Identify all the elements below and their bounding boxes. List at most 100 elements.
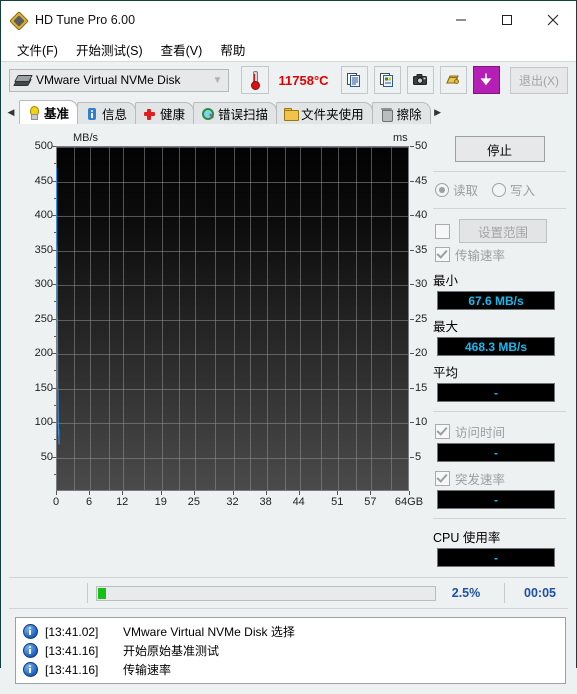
- range-row: 设置范围: [431, 219, 568, 243]
- y-tick-mark: [52, 457, 56, 458]
- burst-rate-checkbox[interactable]: [435, 471, 450, 486]
- thermometer-icon: [250, 71, 259, 90]
- write-radio[interactable]: [492, 183, 506, 197]
- burst-rate-label: 突发速率: [455, 469, 505, 488]
- copy-text-icon[interactable]: [341, 66, 368, 94]
- tab-scroll-right-icon[interactable]: ▶: [430, 100, 446, 124]
- range-checkbox[interactable]: [435, 224, 450, 239]
- y2-tick-mark: [410, 215, 414, 216]
- stop-button[interactable]: 停止: [455, 136, 545, 162]
- info-icon: [85, 107, 98, 121]
- y-tick-label: 450: [9, 175, 53, 187]
- tab-benchmark-label: 基准: [44, 103, 69, 122]
- gridline-vertical: [338, 147, 339, 490]
- menu-item-start-test[interactable]: 开始测试(S): [68, 37, 151, 62]
- screenshot-icon[interactable]: [407, 66, 434, 94]
- gridline-vertical-minor: [356, 147, 357, 490]
- window-controls: [438, 1, 576, 38]
- close-icon[interactable]: [530, 1, 576, 38]
- copy-image-icon[interactable]: [374, 66, 401, 94]
- gridline-vertical-minor: [144, 147, 145, 490]
- exit-button[interactable]: 退出(X): [510, 67, 568, 94]
- folder-icon: [284, 107, 297, 121]
- y2-tick-mark: [410, 457, 414, 458]
- log-message: 开始原始基准测试: [123, 642, 219, 659]
- toolbar: VMware Virtual NVMe Disk ▼ 11758°C: [1, 61, 576, 98]
- y2-tick-label: 20: [415, 347, 427, 359]
- tab-info-label: 信息: [102, 104, 127, 123]
- list-item: [13:41.16] 开始原始基准测试: [18, 641, 563, 660]
- gridline-vertical: [300, 147, 301, 490]
- tab-health[interactable]: 健康: [135, 102, 194, 124]
- burst-rate-row: 突发速率: [431, 469, 568, 488]
- gridline-vertical: [267, 147, 268, 490]
- x-tick-label: 38: [259, 496, 271, 508]
- access-time-checkbox[interactable]: [435, 424, 450, 439]
- average-label: 平均: [431, 362, 568, 381]
- gridline-vertical-minor: [321, 147, 322, 490]
- y-tick-mark: [52, 146, 56, 147]
- x-tick-label: 0: [53, 496, 59, 508]
- x-tick-mark: [56, 491, 57, 495]
- y-tick-mark: [52, 250, 56, 251]
- tab-erase[interactable]: 擦除: [372, 102, 431, 124]
- tab-health-label: 健康: [160, 104, 185, 123]
- y-tick-mark-minor: [54, 439, 56, 440]
- y-tick-label: 200: [9, 347, 53, 359]
- x-tick-mark: [89, 491, 90, 495]
- folder-yellow-icon[interactable]: [440, 66, 467, 94]
- menu-item-file[interactable]: 文件(F): [9, 37, 66, 62]
- y-tick-label: 500: [9, 140, 53, 152]
- read-radio[interactable]: [435, 183, 449, 197]
- save-down-arrow-icon[interactable]: [473, 66, 500, 94]
- gridline-vertical: [90, 147, 91, 490]
- disk-select-dropdown[interactable]: VMware Virtual NVMe Disk ▼: [9, 69, 229, 92]
- info-icon: [23, 662, 38, 677]
- set-range-button[interactable]: 设置范围: [459, 219, 547, 243]
- info-icon: [23, 624, 38, 639]
- y-tick-mark: [52, 181, 56, 182]
- y-tick-mark-minor: [54, 474, 56, 475]
- tab-error-scan[interactable]: 错误扫描: [193, 102, 277, 124]
- temperature-value: 11758°C: [279, 73, 329, 88]
- y2-tick-label: 40: [415, 209, 427, 221]
- average-value: -: [437, 383, 555, 402]
- menu-item-help[interactable]: 帮助: [212, 37, 253, 62]
- tab-folder-usage[interactable]: 文件夹使用: [276, 102, 373, 124]
- maximize-icon[interactable]: [484, 1, 530, 38]
- tab-content-benchmark: MB/s ms 50045040035030025020015010050 50…: [1, 123, 576, 694]
- log-message: 传输速率: [123, 661, 171, 678]
- y-tick-label: 100: [9, 416, 53, 428]
- tab-scroll-left-icon[interactable]: ◀: [3, 100, 19, 124]
- x-tick-mark: [161, 491, 162, 495]
- transfer-rate-checkbox[interactable]: [435, 247, 450, 262]
- title-bar: HD Tune Pro 6.00: [1, 1, 576, 38]
- minimize-icon[interactable]: [438, 1, 484, 38]
- divider: [504, 583, 505, 603]
- y2-tick-mark: [410, 319, 414, 320]
- access-time-value: -: [437, 443, 555, 462]
- y2-tick-label: 5: [415, 451, 421, 463]
- tab-folder-usage-label: 文件夹使用: [301, 104, 364, 123]
- write-radio-label: 写入: [510, 180, 535, 199]
- x-tick-label: 19: [155, 496, 167, 508]
- benchmark-controls: 停止 读取 写入 设置范围 传输速率 最小 67: [425, 132, 568, 567]
- y2-tick-mark: [410, 284, 414, 285]
- x-tick-mark: [122, 491, 123, 495]
- temperature-button[interactable]: [241, 66, 268, 94]
- log-list[interactable]: [13:41.02] VMware Virtual NVMe Disk 选择 […: [15, 617, 566, 684]
- x-tick-label: 57: [364, 496, 376, 508]
- x-tick-mark: [409, 491, 410, 495]
- tab-benchmark[interactable]: 基准: [19, 100, 78, 124]
- elapsed-time: 00:05: [513, 586, 568, 600]
- gridline-vertical-minor: [74, 147, 75, 490]
- y-tick-label: 350: [9, 244, 53, 256]
- gridline-vertical: [234, 147, 235, 490]
- menu-item-view[interactable]: 查看(V): [153, 37, 211, 62]
- x-tick-label: 44: [293, 496, 305, 508]
- tab-info[interactable]: 信息: [77, 102, 136, 124]
- x-tick-label: 32: [226, 496, 238, 508]
- log-time: [13:41.16]: [45, 663, 123, 677]
- tab-erase-label: 擦除: [397, 104, 422, 123]
- x-tick-mark: [266, 491, 267, 495]
